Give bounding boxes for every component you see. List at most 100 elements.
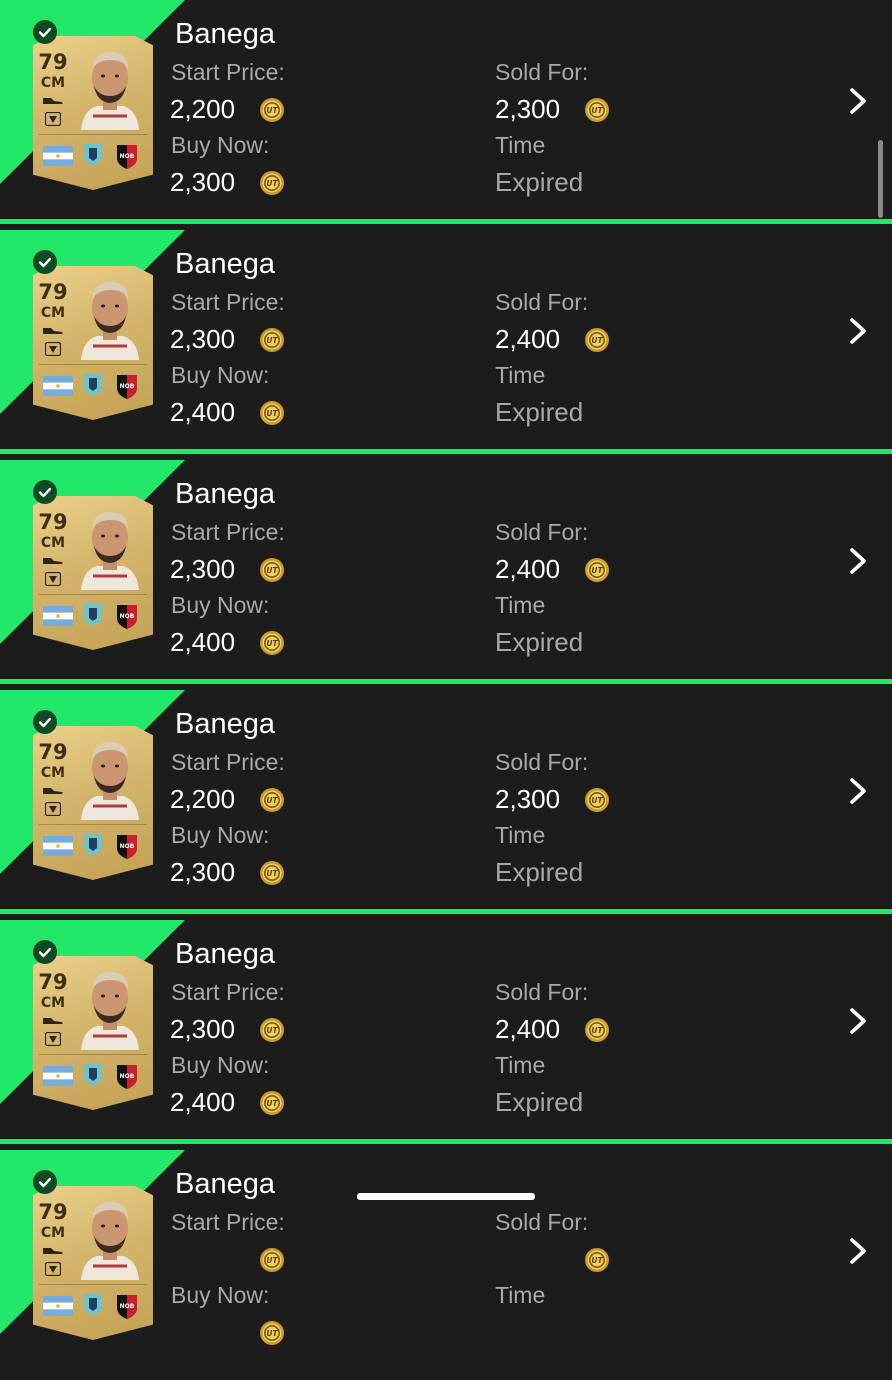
start-price-value: 2,200 xyxy=(170,94,236,124)
svg-text:UT: UT xyxy=(266,639,278,648)
player-face xyxy=(81,52,139,130)
club-badge-icon: NOB xyxy=(117,375,137,399)
player-card[interactable]: 79 CM NOB xyxy=(33,266,153,420)
transfer-list-item[interactable]: 79 CM xyxy=(0,0,892,230)
player-card[interactable]: 79 CM NOB xyxy=(33,1186,153,1340)
rank-icon xyxy=(45,342,61,356)
buy-now-label: Buy Now: xyxy=(171,1282,270,1308)
coin-icon: UT xyxy=(260,98,284,122)
chevron-right-icon[interactable] xyxy=(846,316,870,346)
card-divider xyxy=(39,1284,147,1285)
player-name: Banega xyxy=(175,1168,275,1200)
coin-icon: UT xyxy=(260,558,284,582)
chevron-right-icon[interactable] xyxy=(846,86,870,116)
rank-icon xyxy=(45,1032,61,1046)
sold-for-label: Sold For: xyxy=(495,59,589,85)
buy-now-label: Buy Now: xyxy=(171,132,270,158)
time-label: Time xyxy=(495,592,546,618)
argentina-flag-icon xyxy=(43,606,73,626)
player-rating: 79 xyxy=(38,50,68,74)
svg-text:UT: UT xyxy=(591,796,603,805)
card-divider xyxy=(39,824,147,825)
player-name: Banega xyxy=(175,708,275,740)
svg-text:NOB: NOB xyxy=(120,1303,135,1310)
sold-for-label: Sold For: xyxy=(495,1209,589,1235)
boot-icon xyxy=(43,558,63,564)
coin-icon: UT xyxy=(585,1248,609,1272)
sold-for-value: 2,400 xyxy=(495,324,561,354)
svg-text:NOB: NOB xyxy=(120,843,135,850)
buy-now-label: Buy Now: xyxy=(171,822,270,848)
time-label: Time xyxy=(495,1052,546,1078)
card-divider xyxy=(39,1054,147,1055)
transfer-list-item[interactable]: 79 CM xyxy=(0,460,892,690)
svg-text:UT: UT xyxy=(266,796,278,805)
club-badge-icon: NOB xyxy=(117,1065,137,1089)
coin-icon: UT xyxy=(260,328,284,352)
svg-text:UT: UT xyxy=(266,106,278,115)
transfer-list-item[interactable]: 79 CM xyxy=(0,690,892,920)
time-value: Expired xyxy=(495,397,584,427)
transfer-list-item[interactable]: 79 CM xyxy=(0,1150,892,1380)
rank-icon xyxy=(45,112,61,126)
argentina-flag-icon xyxy=(43,836,73,856)
coin-icon: UT xyxy=(260,1321,284,1345)
argentina-flag-icon xyxy=(43,376,73,396)
coin-icon: UT xyxy=(260,1091,284,1115)
chevron-right-icon[interactable] xyxy=(846,546,870,576)
player-card[interactable]: 79 CM NOB xyxy=(33,726,153,880)
start-price-value: 2,300 xyxy=(170,324,236,354)
chevron-right-icon[interactable] xyxy=(846,1236,870,1266)
svg-text:UT: UT xyxy=(266,566,278,575)
sold-for-label: Sold For: xyxy=(495,289,589,315)
coin-icon: UT xyxy=(585,1018,609,1042)
player-position: CM xyxy=(40,535,66,551)
buy-now-label: Buy Now: xyxy=(171,362,270,388)
transfer-list-item[interactable]: 79 CM xyxy=(0,230,892,460)
argentina-flag-icon xyxy=(43,146,73,166)
start-price-label: Start Price: xyxy=(171,289,285,315)
svg-text:NOB: NOB xyxy=(120,153,135,160)
coin-icon: UT xyxy=(260,1018,284,1042)
player-name: Banega xyxy=(175,248,275,280)
player-rating: 79 xyxy=(38,740,68,764)
svg-text:UT: UT xyxy=(591,336,603,345)
league-badge-icon xyxy=(84,604,102,626)
transfer-list-item[interactable]: 79 CM xyxy=(0,920,892,1150)
check-icon xyxy=(33,250,57,274)
player-card[interactable]: 79 CM NOB xyxy=(33,496,153,650)
coin-icon: UT xyxy=(260,171,284,195)
player-rating: 79 xyxy=(38,1200,68,1224)
sold-for-label: Sold For: xyxy=(495,979,589,1005)
scrollbar[interactable] xyxy=(878,140,883,218)
svg-text:UT: UT xyxy=(266,1329,278,1338)
svg-text:UT: UT xyxy=(266,869,278,878)
argentina-flag-icon xyxy=(43,1066,73,1086)
chevron-right-icon[interactable] xyxy=(846,776,870,806)
item-divider xyxy=(0,449,892,454)
time-label: Time xyxy=(495,1282,546,1308)
sold-for-value: 2,300 xyxy=(495,784,561,814)
coin-icon: UT xyxy=(585,788,609,812)
coin-icon: UT xyxy=(260,861,284,885)
check-icon xyxy=(33,20,57,44)
start-price-label: Start Price: xyxy=(171,59,285,85)
svg-text:UT: UT xyxy=(266,409,278,418)
player-face xyxy=(81,1202,139,1280)
player-position: CM xyxy=(40,995,66,1011)
player-card[interactable]: 79 CM NOB xyxy=(33,36,153,190)
svg-text:UT: UT xyxy=(266,1026,278,1035)
time-value: Expired xyxy=(495,1087,584,1117)
svg-text:UT: UT xyxy=(266,179,278,188)
club-badge-icon: NOB xyxy=(117,145,137,169)
player-card[interactable]: 79 CM NOB xyxy=(33,956,153,1110)
player-face xyxy=(81,512,139,590)
card-divider xyxy=(39,134,147,135)
home-indicator[interactable] xyxy=(357,1193,535,1200)
chevron-right-icon[interactable] xyxy=(846,1006,870,1036)
player-rating: 79 xyxy=(38,510,68,534)
club-badge-icon: NOB xyxy=(117,605,137,629)
coin-icon: UT xyxy=(260,788,284,812)
check-icon xyxy=(33,940,57,964)
player-rating: 79 xyxy=(38,970,68,994)
